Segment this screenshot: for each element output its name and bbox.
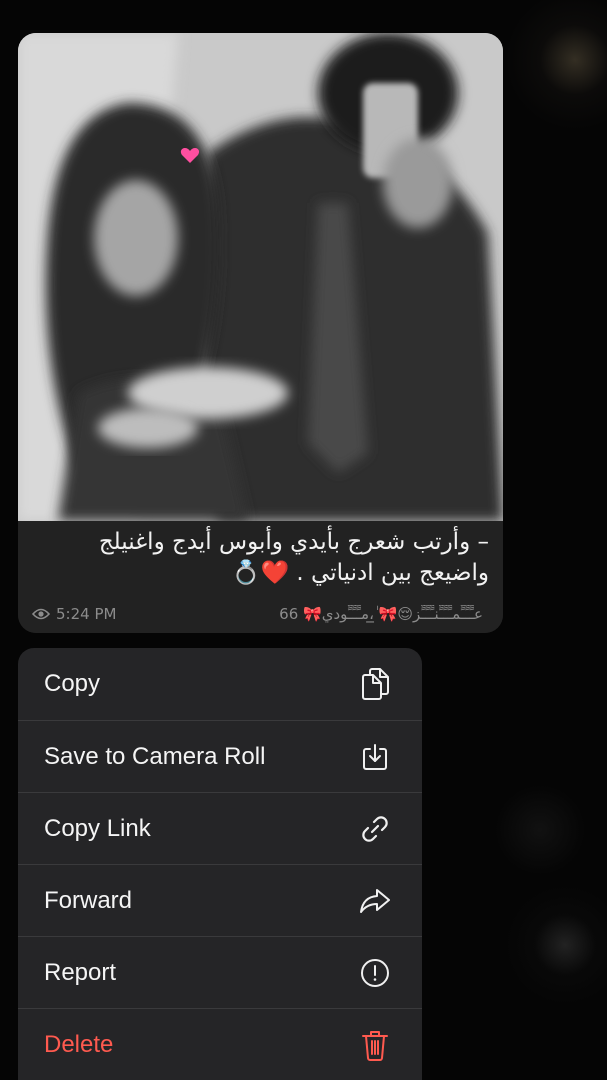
menu-item-report[interactable]: Report (18, 936, 422, 1008)
forward-icon (358, 884, 392, 918)
menu-item-label: Delete (44, 1030, 114, 1058)
save-icon (358, 740, 392, 774)
report-icon (358, 956, 392, 990)
message-time: 5:24 PM (56, 605, 117, 623)
context-menu: Copy Save to Camera Roll Copy Link Forwa… (18, 648, 422, 1080)
trash-icon (358, 1028, 392, 1062)
menu-item-label: Forward (44, 886, 133, 914)
menu-item-label: Report (44, 958, 117, 986)
message-caption: – وأرتب شعرج بأيدي وأبوس أيدج واغنيلج وا… (32, 527, 489, 589)
menu-item-copy-link[interactable]: Copy Link (18, 792, 422, 864)
caption-line-2: واضيعج بين ادنياتي . ❤️💍 (231, 560, 489, 586)
photo-illustration (18, 33, 503, 521)
menu-item-label: Copy (44, 670, 101, 697)
menu-item-save-to-camera-roll[interactable]: Save to Camera Roll (18, 720, 422, 792)
message-bubble[interactable]: – وأرتب شعرج بأيدي وأبوس أيدج واغنيلج وا… (18, 33, 503, 633)
link-icon (358, 812, 392, 846)
message-views-and-author: 66 🎀عـٍّـٍّـٍّمـٍّـٍّـٍّنـٍّـٍّـٍّز😌🎀 ٰٰ… (279, 605, 483, 623)
menu-item-label: Save to Camera Roll (44, 742, 266, 770)
message-caption-area: – وأرتب شعرج بأيدي وأبوس أيدج واغنيلج وا… (18, 521, 503, 633)
caption-line-1: – وأرتب شعرج بأيدي وأبوس أيدج واغنيلج (98, 529, 489, 555)
menu-item-label: Copy Link (44, 814, 151, 842)
menu-item-copy[interactable]: Copy (18, 648, 422, 720)
message-photo[interactable] (18, 33, 503, 521)
menu-item-forward[interactable]: Forward (18, 864, 422, 936)
menu-item-delete[interactable]: Delete (18, 1008, 422, 1080)
eye-icon (32, 607, 50, 621)
copy-icon (358, 667, 392, 701)
message-meta: 5:24 PM 66 🎀عـٍّـٍّـٍّمـٍّـٍّـٍّنـٍّـٍّـ… (32, 603, 483, 625)
